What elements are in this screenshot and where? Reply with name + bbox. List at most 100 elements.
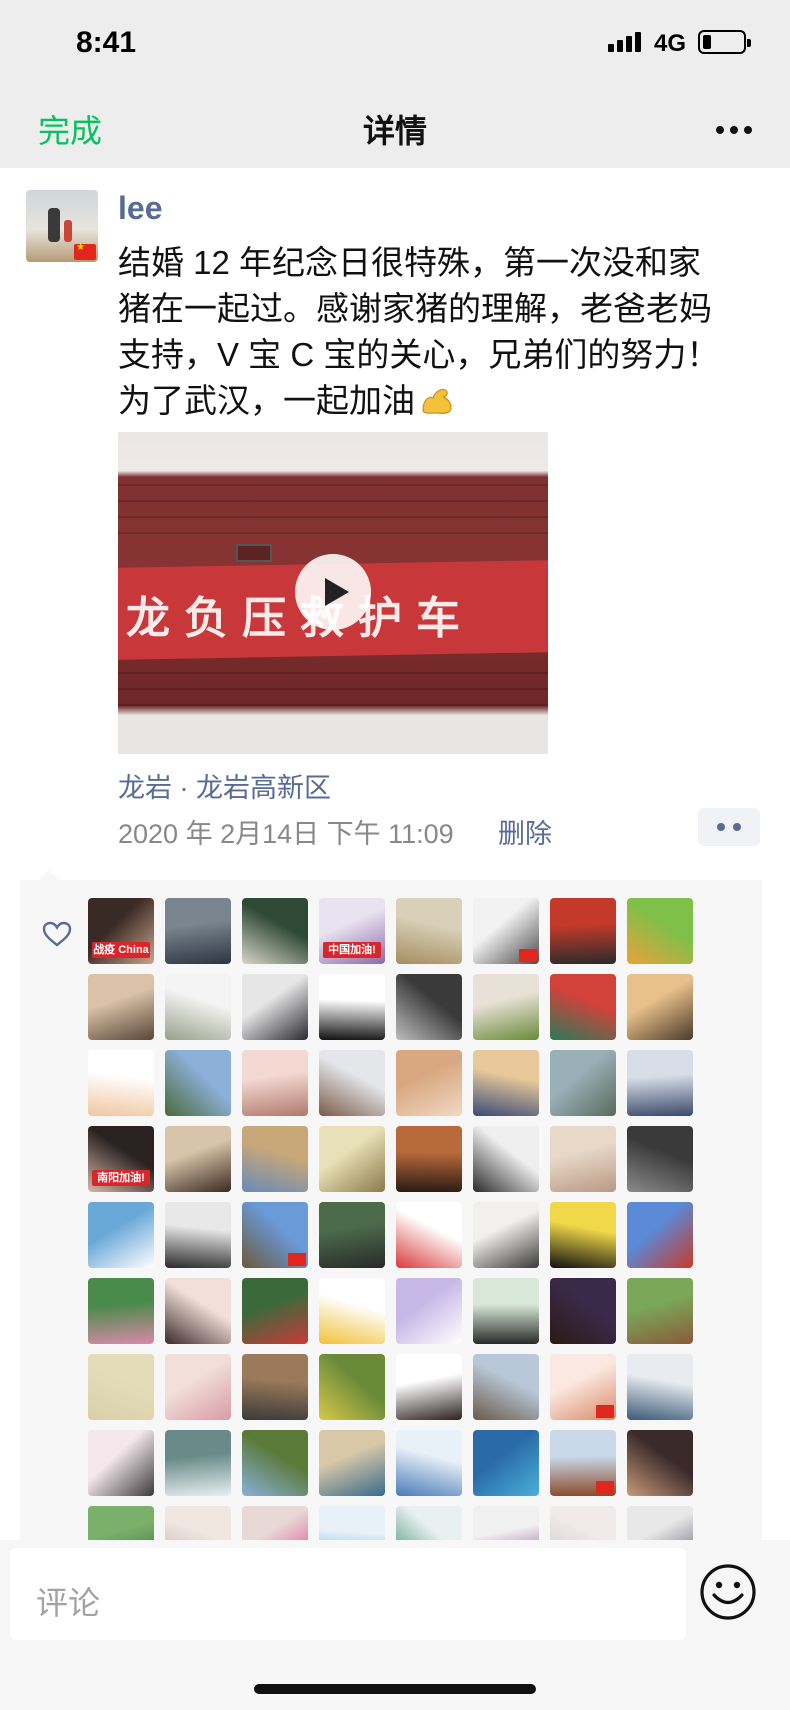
liker-avatar[interactable] — [550, 1050, 616, 1116]
china-flag-icon — [596, 1405, 614, 1418]
heart-icon — [42, 921, 72, 947]
comment-bar: 评论 — [0, 1540, 790, 1710]
liker-avatar[interactable] — [319, 1202, 385, 1268]
post-text-line: 支持，V 宝 C 宝的关心，兄弟们的努力！ — [118, 336, 720, 373]
battery-icon — [698, 30, 751, 54]
network-type: 4G — [654, 30, 687, 57]
delete-link[interactable]: 删除 — [498, 812, 552, 851]
china-flag-icon — [288, 1253, 306, 1266]
post-timestamp: 2020 年 2月14日 下午 11:09 — [118, 819, 454, 849]
comment-placeholder: 评论 — [36, 1585, 101, 1621]
liker-avatar[interactable] — [550, 1202, 616, 1268]
more-actions-button[interactable] — [698, 808, 760, 846]
liker-avatar[interactable] — [319, 1278, 385, 1344]
liker-avatar[interactable] — [242, 1126, 308, 1192]
liker-avatar[interactable] — [319, 1430, 385, 1496]
liker-avatar[interactable] — [473, 1354, 539, 1420]
china-flag-icon — [596, 1481, 614, 1494]
liker-avatar[interactable] — [242, 1202, 308, 1268]
status-time: 8:41 — [76, 26, 137, 59]
liker-avatar[interactable] — [627, 1430, 693, 1496]
china-flag-icon — [519, 949, 537, 962]
liker-avatar[interactable] — [550, 1354, 616, 1420]
liker-avatar[interactable] — [473, 1050, 539, 1116]
liker-avatar[interactable] — [627, 1278, 693, 1344]
liker-avatar[interactable] — [396, 1050, 462, 1116]
post-text: 结婚 12 年纪念日很特殊，第一次没和家 猪在一起过。感谢家猪的理解，老爸老妈 … — [118, 240, 768, 424]
liker-avatar[interactable] — [627, 898, 693, 964]
liker-avatar[interactable] — [627, 1126, 693, 1192]
liker-avatar[interactable]: 中国加油! — [319, 898, 385, 964]
liker-avatar[interactable] — [242, 1354, 308, 1420]
post-text-line: 结婚 12 年纪念日很特殊，第一次没和家 — [118, 244, 702, 281]
liker-avatar[interactable] — [242, 898, 308, 964]
liker-avatar[interactable] — [396, 898, 462, 964]
liker-avatar[interactable] — [396, 974, 462, 1040]
liker-avatar[interactable] — [88, 1202, 154, 1268]
liker-avatar[interactable] — [550, 898, 616, 964]
liker-avatar[interactable] — [242, 974, 308, 1040]
liker-avatar[interactable]: 战疫 China — [88, 898, 154, 964]
liker-avatar[interactable] — [319, 1050, 385, 1116]
liker-avatar[interactable] — [550, 1430, 616, 1496]
liker-avatar[interactable] — [88, 1278, 154, 1344]
liker-avatar[interactable]: 南阳加油! — [88, 1126, 154, 1192]
likes-grid: 战疫 China 中国加油! 南阳加油! — [88, 898, 693, 1560]
liker-avatar[interactable] — [627, 1354, 693, 1420]
liker-avatar[interactable] — [242, 1278, 308, 1344]
liker-avatar[interactable] — [165, 898, 231, 964]
liker-avatar[interactable] — [473, 1126, 539, 1192]
liker-avatar[interactable] — [473, 898, 539, 964]
liker-avatar[interactable] — [473, 1202, 539, 1268]
liker-avatar[interactable] — [473, 1430, 539, 1496]
liker-avatar[interactable] — [242, 1050, 308, 1116]
liker-avatar[interactable] — [88, 1050, 154, 1116]
username[interactable]: lee — [118, 190, 162, 227]
avatar-badge: 中国加油! — [323, 942, 381, 958]
liker-avatar[interactable] — [242, 1430, 308, 1496]
liker-avatar[interactable] — [627, 1050, 693, 1116]
liker-avatar[interactable] — [627, 974, 693, 1040]
liker-avatar[interactable] — [88, 1430, 154, 1496]
location-link[interactable]: 龙岩 · 龙岩高新区 — [118, 766, 331, 805]
avatar-badge: 战疫 China — [92, 942, 150, 958]
liker-avatar[interactable] — [165, 1050, 231, 1116]
liker-avatar[interactable] — [165, 1430, 231, 1496]
liker-avatar[interactable] — [396, 1430, 462, 1496]
liker-avatar[interactable] — [627, 1202, 693, 1268]
comment-input[interactable]: 评论 — [10, 1548, 686, 1640]
done-button[interactable]: 完成 — [38, 106, 102, 152]
vehicle-window — [236, 544, 272, 562]
nav-bar: 完成 详情 — [0, 90, 790, 168]
liker-avatar[interactable] — [88, 974, 154, 1040]
avatar[interactable] — [26, 190, 98, 262]
liker-avatar[interactable] — [396, 1202, 462, 1268]
video-thumbnail[interactable]: 龙负压救护车 — [118, 432, 548, 754]
post-text-line: 为了武汉，一起加油 — [118, 378, 768, 424]
flexed-biceps-emoji — [422, 388, 452, 414]
status-bar: 8:41 4G — [0, 0, 790, 90]
liker-avatar[interactable] — [165, 1126, 231, 1192]
liker-avatar[interactable] — [165, 1354, 231, 1420]
china-flag-icon — [74, 242, 96, 260]
liker-avatar[interactable] — [396, 1354, 462, 1420]
liker-avatar[interactable] — [165, 1202, 231, 1268]
liker-avatar[interactable] — [165, 1278, 231, 1344]
liker-avatar[interactable] — [396, 1278, 462, 1344]
liker-avatar[interactable] — [473, 974, 539, 1040]
liker-avatar[interactable] — [550, 1278, 616, 1344]
liker-avatar[interactable] — [473, 1278, 539, 1344]
signal-strength-icon — [608, 32, 641, 52]
liker-avatar[interactable] — [550, 1126, 616, 1192]
liker-avatar[interactable] — [88, 1354, 154, 1420]
play-icon[interactable] — [295, 554, 371, 630]
liker-avatar[interactable] — [396, 1126, 462, 1192]
liker-avatar[interactable] — [319, 1354, 385, 1420]
page-title: 详情 — [362, 113, 427, 149]
smiley-icon[interactable] — [698, 1562, 758, 1622]
liker-avatar[interactable] — [319, 974, 385, 1040]
liker-avatar[interactable] — [165, 974, 231, 1040]
ellipsis-icon[interactable] — [706, 112, 762, 148]
liker-avatar[interactable] — [550, 974, 616, 1040]
liker-avatar[interactable] — [319, 1126, 385, 1192]
